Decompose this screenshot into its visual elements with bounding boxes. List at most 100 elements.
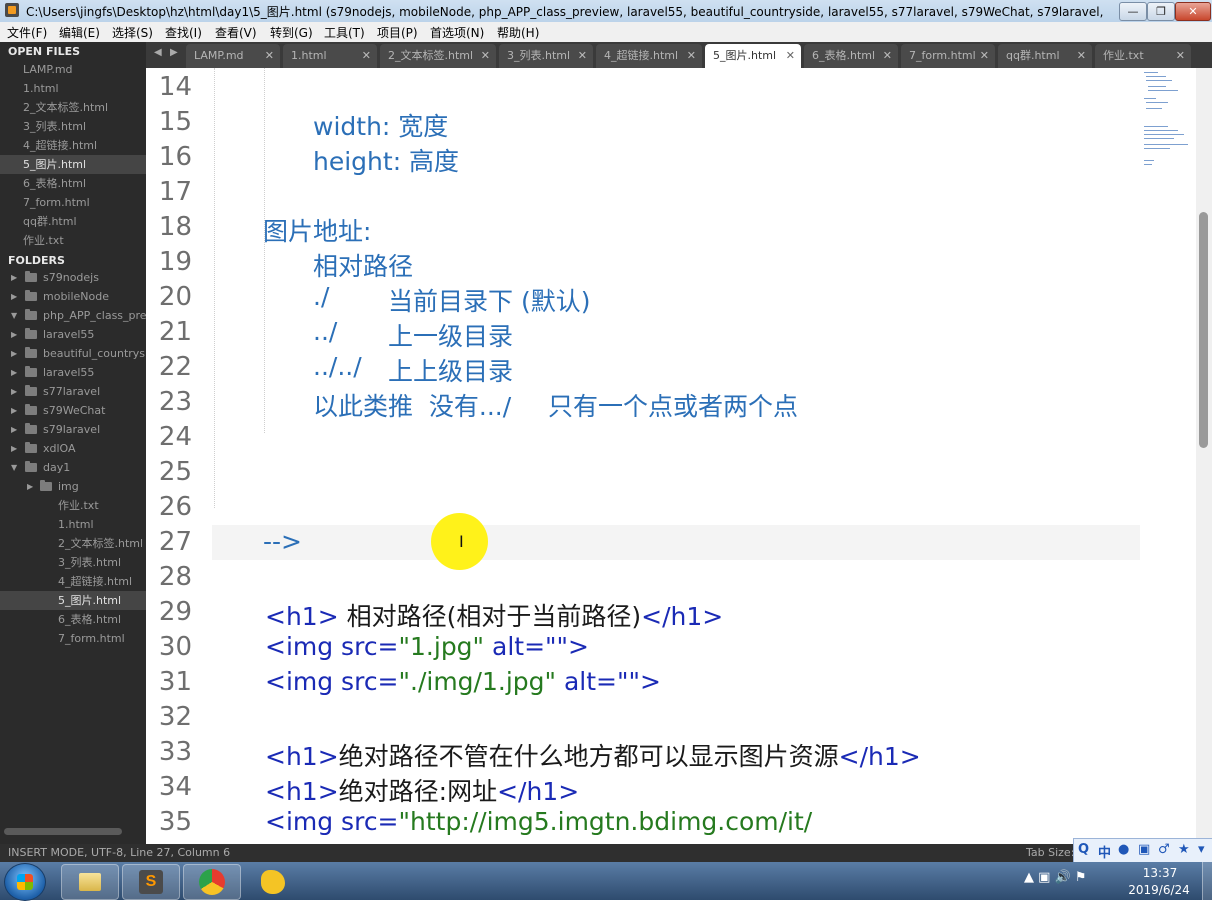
folder-icon xyxy=(25,290,37,301)
menu-help[interactable]: 帮助(H) xyxy=(497,24,539,41)
ime-punctuation-icon[interactable]: ● xyxy=(1118,842,1129,857)
tab-5-html-active[interactable]: 5_图片.html ✕ xyxy=(705,44,801,68)
sidebar-horizontal-scrollbar[interactable] xyxy=(4,828,122,835)
file-item[interactable]: 7_form.html xyxy=(0,629,146,648)
folder-item[interactable]: ▶ s79nodejs xyxy=(0,268,146,287)
folder-item[interactable]: ▶ mobileNode xyxy=(0,287,146,306)
collapsed-arrow-icon: ▶ xyxy=(11,425,18,434)
html-tag: <h1> xyxy=(265,742,339,771)
tab-close-icon[interactable]: ✕ xyxy=(265,44,274,68)
chrome-icon[interactable] xyxy=(183,864,241,900)
tab-lamp-md[interactable]: LAMP.md ✕ xyxy=(186,44,280,68)
minimap[interactable] xyxy=(1140,68,1196,844)
menu-tools[interactable]: 工具(T) xyxy=(324,24,365,41)
close-button[interactable]: ✕ xyxy=(1175,2,1211,21)
folder-item[interactable]: ▶ laravel55 xyxy=(0,363,146,382)
ime-settings-icon[interactable]: ★ xyxy=(1178,842,1190,857)
tab-close-icon[interactable]: ✕ xyxy=(980,44,989,68)
tab-close-icon[interactable]: ✕ xyxy=(883,44,892,68)
folder-item[interactable]: ▶ beautiful_countryside xyxy=(0,344,146,363)
file-item[interactable]: 1.html xyxy=(0,515,146,534)
tab-close-icon[interactable]: ✕ xyxy=(362,44,371,68)
file-item[interactable]: 4_超链接.html xyxy=(0,572,146,591)
tab-4-html[interactable]: 4_超链接.html ✕ xyxy=(596,44,702,68)
tab-7-html[interactable]: 7_form.html ✕ xyxy=(901,44,995,68)
indent-guide xyxy=(214,68,215,508)
menu-project[interactable]: 项目(P) xyxy=(377,24,418,41)
file-explorer-icon[interactable] xyxy=(61,864,119,900)
menu-view[interactable]: 查看(V) xyxy=(215,24,257,41)
minimize-button[interactable]: — xyxy=(1119,2,1147,21)
tab-close-icon[interactable]: ✕ xyxy=(687,44,696,68)
open-file-item[interactable]: 3_列表.html xyxy=(0,117,146,136)
open-file-item[interactable]: 4_超链接.html xyxy=(0,136,146,155)
folder-item[interactable]: ▼ day1 xyxy=(0,458,146,477)
clock-time[interactable]: 13:37 xyxy=(1128,866,1192,880)
clock-date[interactable]: 2019/6/24 xyxy=(1122,883,1196,897)
folder-item[interactable]: ▶ xdlOA xyxy=(0,439,146,458)
show-desktop-button[interactable] xyxy=(1202,862,1212,900)
menu-goto[interactable]: 转到(G) xyxy=(270,24,313,41)
file-item[interactable]: 3_列表.html xyxy=(0,553,146,572)
tab-close-icon[interactable]: ✕ xyxy=(1176,44,1185,68)
folder-item[interactable]: ▶ s79laravel xyxy=(0,420,146,439)
vertical-scrollbar[interactable] xyxy=(1196,68,1212,844)
folder-item[interactable]: ▶ img xyxy=(0,477,146,496)
scrollbar-thumb[interactable] xyxy=(1199,212,1208,448)
file-item[interactable]: 2_文本标签.html xyxy=(0,534,146,553)
app-icon[interactable] xyxy=(244,864,302,900)
tab-1-html[interactable]: 1.html ✕ xyxy=(283,44,377,68)
open-file-item[interactable]: 7_form.html xyxy=(0,193,146,212)
html-tag: <img src= xyxy=(265,632,399,661)
ime-expand-icon[interactable]: ▾ xyxy=(1198,842,1205,857)
folder-item[interactable]: ▶ laravel55 xyxy=(0,325,146,344)
folder-item[interactable]: ▼ php_APP_class_preview xyxy=(0,306,146,325)
sublime-text-icon[interactable] xyxy=(122,864,180,900)
tab-close-icon[interactable]: ✕ xyxy=(786,44,795,68)
system-tray-icons[interactable]: ▲ ▣ 🔊 ⚑ xyxy=(1024,870,1087,885)
code-editor[interactable]: 14 15 16 17 18 19 20 21 22 23 24 25 26 2… xyxy=(146,68,1196,844)
tab-next-icon[interactable]: ▶ xyxy=(170,47,178,58)
ime-skin-icon[interactable]: ♂ xyxy=(1158,842,1170,857)
open-file-item-active[interactable]: 5_图片.html xyxy=(0,155,146,174)
open-file-item[interactable]: LAMP.md xyxy=(0,60,146,79)
file-item-active[interactable]: 5_图片.html xyxy=(0,591,146,610)
folders-header: FOLDERS xyxy=(8,254,65,267)
ime-chinese-mode[interactable]: 中 xyxy=(1098,842,1111,861)
tab-3-html[interactable]: 3_列表.html ✕ xyxy=(499,44,593,68)
code-line-21-path: ../ xyxy=(313,317,338,346)
tab-size-indicator[interactable]: Tab Size: xyxy=(1026,846,1074,859)
menu-preferences[interactable]: 首选项(N) xyxy=(430,24,484,41)
folder-item[interactable]: ▶ s77laravel xyxy=(0,382,146,401)
folder-item[interactable]: ▶ s79WeChat xyxy=(0,401,146,420)
open-file-item[interactable]: qq群.html xyxy=(0,212,146,231)
start-button[interactable] xyxy=(4,863,46,901)
html-tag-end: ""> xyxy=(545,632,589,661)
open-file-item[interactable]: 6_表格.html xyxy=(0,174,146,193)
tab-6-html[interactable]: 6_表格.html ✕ xyxy=(804,44,898,68)
open-file-item[interactable]: 1.html xyxy=(0,79,146,98)
tab-qq-html[interactable]: qq群.html ✕ xyxy=(998,44,1092,68)
collapsed-arrow-icon: ▶ xyxy=(27,482,34,491)
tab-homework-txt[interactable]: 作业.txt ✕ xyxy=(1095,44,1191,68)
ime-keyboard-icon[interactable]: ▣ xyxy=(1138,842,1150,857)
open-file-item[interactable]: 作业.txt xyxy=(0,231,146,250)
menu-file[interactable]: 文件(F) xyxy=(7,24,47,41)
file-item[interactable]: 6_表格.html xyxy=(0,610,146,629)
tab-close-icon[interactable]: ✕ xyxy=(578,44,587,68)
ime-search-icon[interactable]: Q xyxy=(1078,842,1089,857)
open-file-item[interactable]: 2_文本标签.html xyxy=(0,98,146,117)
maximize-button[interactable]: ❐ xyxy=(1147,2,1175,21)
menu-find[interactable]: 查找(I) xyxy=(165,24,202,41)
tab-2-html[interactable]: 2_文本标签.html ✕ xyxy=(380,44,496,68)
folder-icon xyxy=(25,328,37,339)
line-number: 30 xyxy=(158,632,192,662)
tab-close-icon[interactable]: ✕ xyxy=(481,44,490,68)
file-item[interactable]: 作业.txt xyxy=(0,496,146,515)
tab-close-icon[interactable]: ✕ xyxy=(1077,44,1086,68)
menu-selection[interactable]: 选择(S) xyxy=(112,24,153,41)
open-file-label: LAMP.md xyxy=(23,63,73,76)
menu-edit[interactable]: 编辑(E) xyxy=(59,24,100,41)
tab-prev-icon[interactable]: ◀ xyxy=(154,47,162,58)
minimap-line xyxy=(1148,86,1166,87)
